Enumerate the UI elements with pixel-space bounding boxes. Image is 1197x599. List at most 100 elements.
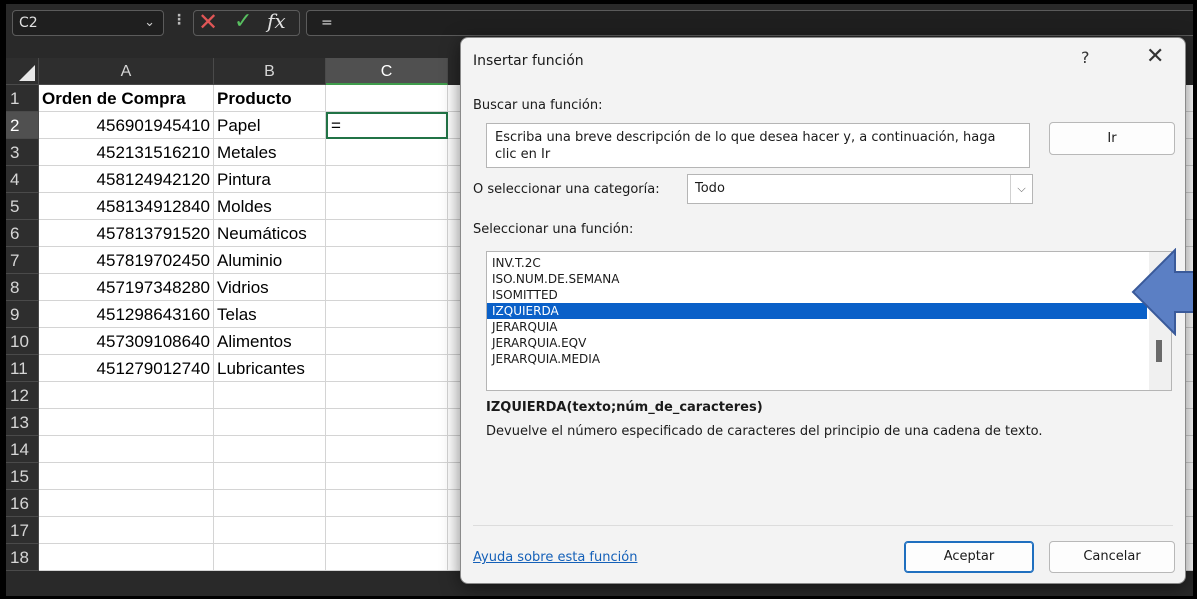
- table-cell[interactable]: [326, 517, 448, 544]
- row-header[interactable]: 13: [6, 409, 39, 436]
- category-select[interactable]: Todo ⌵: [687, 174, 1033, 204]
- cancel-icon[interactable]: ✕: [198, 8, 218, 36]
- table-cell[interactable]: [39, 409, 214, 436]
- active-cell[interactable]: =: [326, 112, 448, 139]
- list-item[interactable]: ISOMITTED: [487, 287, 1147, 303]
- table-cell[interactable]: [39, 544, 214, 571]
- table-cell[interactable]: [214, 490, 326, 517]
- table-cell[interactable]: Aluminio: [214, 247, 326, 274]
- table-cell[interactable]: [326, 436, 448, 463]
- formula-input[interactable]: =: [306, 10, 1193, 36]
- select-all-button[interactable]: [6, 58, 39, 85]
- table-cell[interactable]: [326, 463, 448, 490]
- table-cell[interactable]: [326, 193, 448, 220]
- function-list[interactable]: INV.T.2C ISO.NUM.DE.SEMANA ISOMITTED IZQ…: [486, 251, 1172, 391]
- chevron-down-icon[interactable]: ⌵: [1010, 175, 1032, 203]
- table-cell[interactable]: Vidrios: [214, 274, 326, 301]
- table-cell[interactable]: 451298643160: [39, 301, 214, 328]
- table-cell[interactable]: [39, 490, 214, 517]
- column-header-a[interactable]: A: [39, 58, 214, 85]
- chevron-down-icon[interactable]: ⌄: [144, 11, 155, 35]
- table-cell[interactable]: Metales: [214, 139, 326, 166]
- row-header[interactable]: 8: [6, 274, 39, 301]
- table-cell[interactable]: Moldes: [214, 193, 326, 220]
- table-cell[interactable]: 457819702450: [39, 247, 214, 274]
- row-header[interactable]: 12: [6, 382, 39, 409]
- table-cell[interactable]: [326, 355, 448, 382]
- row-header[interactable]: 6: [6, 220, 39, 247]
- go-button[interactable]: Ir: [1049, 122, 1175, 155]
- scrollbar-thumb[interactable]: [1156, 340, 1162, 362]
- table-cell[interactable]: [326, 220, 448, 247]
- row-header[interactable]: 11: [6, 355, 39, 382]
- list-item-selected[interactable]: IZQUIERDA: [487, 303, 1147, 319]
- table-cell[interactable]: 457197348280: [39, 274, 214, 301]
- table-cell[interactable]: Lubricantes: [214, 355, 326, 382]
- row-header[interactable]: 18: [6, 544, 39, 571]
- table-cell[interactable]: [39, 382, 214, 409]
- header-cell-producto[interactable]: Producto: [214, 85, 326, 112]
- ok-button[interactable]: Aceptar: [904, 541, 1034, 573]
- table-cell[interactable]: [39, 436, 214, 463]
- help-icon[interactable]: ?: [1081, 48, 1090, 67]
- table-cell[interactable]: [214, 436, 326, 463]
- table-cell[interactable]: Neumáticos: [214, 220, 326, 247]
- header-cell-orden[interactable]: Orden de Compra: [39, 85, 214, 112]
- table-cell[interactable]: [326, 328, 448, 355]
- table-cell[interactable]: [214, 409, 326, 436]
- list-item[interactable]: JERARQUIA: [487, 319, 1147, 335]
- table-cell[interactable]: [326, 274, 448, 301]
- table-cell[interactable]: 458124942120: [39, 166, 214, 193]
- table-cell[interactable]: 458134912840: [39, 193, 214, 220]
- row-header[interactable]: 17: [6, 517, 39, 544]
- table-cell[interactable]: Alimentos: [214, 328, 326, 355]
- table-cell[interactable]: 452131516210: [39, 139, 214, 166]
- list-item[interactable]: JERARQUIA.MEDIA: [487, 351, 1147, 367]
- row-header[interactable]: 14: [6, 436, 39, 463]
- table-cell[interactable]: [326, 382, 448, 409]
- enter-icon[interactable]: ✓: [234, 8, 252, 36]
- table-cell[interactable]: [214, 463, 326, 490]
- table-cell[interactable]: [326, 490, 448, 517]
- table-cell[interactable]: [326, 139, 448, 166]
- row-header[interactable]: 1: [6, 85, 39, 112]
- table-cell[interactable]: 451279012740: [39, 355, 214, 382]
- row-header[interactable]: 5: [6, 193, 39, 220]
- table-cell[interactable]: Pintura: [214, 166, 326, 193]
- table-cell[interactable]: [326, 166, 448, 193]
- table-cell[interactable]: [39, 463, 214, 490]
- list-item[interactable]: ISO.NUM.DE.SEMANA: [487, 271, 1147, 287]
- row-header[interactable]: 7: [6, 247, 39, 274]
- help-link[interactable]: Ayuda sobre esta función: [473, 550, 637, 565]
- search-function-input[interactable]: Escriba una breve descripción de lo que …: [486, 123, 1030, 168]
- table-cell[interactable]: 456901945410: [39, 112, 214, 139]
- table-cell[interactable]: [39, 517, 214, 544]
- table-cell[interactable]: 457309108640: [39, 328, 214, 355]
- column-header-b[interactable]: B: [214, 58, 326, 85]
- close-icon[interactable]: ✕: [1146, 44, 1164, 69]
- insert-function-icon[interactable]: fx: [267, 7, 286, 35]
- row-header[interactable]: 4: [6, 166, 39, 193]
- list-item[interactable]: JERARQUIA.EQV: [487, 335, 1147, 351]
- table-cell[interactable]: Papel: [214, 112, 326, 139]
- table-cell[interactable]: [214, 382, 326, 409]
- row-header[interactable]: 15: [6, 463, 39, 490]
- table-cell[interactable]: [326, 247, 448, 274]
- column-header-c[interactable]: C: [326, 58, 448, 85]
- table-cell[interactable]: [326, 544, 448, 571]
- name-box[interactable]: C2 ⌄: [12, 10, 164, 36]
- list-item[interactable]: INV.T.2C: [487, 255, 1147, 271]
- more-options-icon[interactable]: ⋮: [172, 12, 186, 28]
- table-cell[interactable]: [214, 517, 326, 544]
- row-header[interactable]: 9: [6, 301, 39, 328]
- table-cell[interactable]: [326, 301, 448, 328]
- table-cell[interactable]: Telas: [214, 301, 326, 328]
- row-header[interactable]: 3: [6, 139, 39, 166]
- table-cell[interactable]: 457813791520: [39, 220, 214, 247]
- row-header[interactable]: 2: [6, 112, 39, 139]
- row-header[interactable]: 16: [6, 490, 39, 517]
- table-cell[interactable]: [326, 85, 448, 112]
- cancel-button[interactable]: Cancelar: [1049, 541, 1175, 573]
- table-cell[interactable]: [214, 544, 326, 571]
- row-header[interactable]: 10: [6, 328, 39, 355]
